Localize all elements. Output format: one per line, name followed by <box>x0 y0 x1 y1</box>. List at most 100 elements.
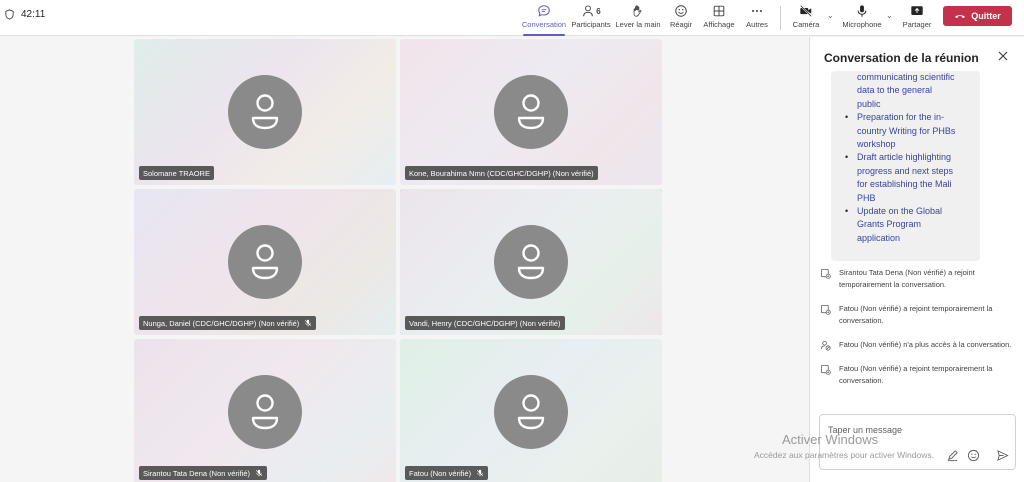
more-button[interactable]: Autres <box>742 2 772 34</box>
view-button[interactable]: Affichage <box>701 2 737 34</box>
camera-off-icon <box>800 5 812 17</box>
participant-tile[interactable]: Solomane TRAORE <box>134 39 396 185</box>
avatar <box>228 225 302 299</box>
participant-name: Fatou (Non vérifié) <box>409 468 472 478</box>
agenda-list: communicating scientific data to the gene… <box>843 71 973 245</box>
meeting-chat-panel: Conversation de la réunion communicating… <box>809 37 1024 482</box>
agenda-line: country Writing for PHBs <box>857 125 956 136</box>
chat-message: communicating scientific data to the gene… <box>831 71 980 261</box>
meeting-timer: 42:11 <box>4 9 45 20</box>
hang-up-icon <box>955 15 966 18</box>
chat-event-text: Sirantou Tata Dena (Non vérifié) a rejoi… <box>839 268 975 289</box>
agenda-line: Update on the Global <box>843 205 973 219</box>
avatar <box>494 375 568 449</box>
more-label: Autres <box>746 20 768 29</box>
participant-name: Solomane TRAORE <box>143 168 210 178</box>
participant-tile[interactable]: Vandi, Henry (CDC/GHC/DGHP) (Non vérifié… <box>400 189 662 335</box>
hand-icon <box>633 5 642 17</box>
chat-event-text: Fatou (Non vérifié) n'a plus accès à la … <box>839 340 1012 349</box>
chat-event: Fatou (Non vérifié) a rejoint temporaire… <box>820 303 1015 327</box>
participants-button[interactable]: 6 Participants <box>570 2 612 34</box>
participants-count: 6 <box>596 6 601 16</box>
participant-tile[interactable]: Sirantou Tata Dena (Non vérifié) <box>134 339 396 482</box>
participant-tile[interactable]: Fatou (Non vérifié) <box>400 339 662 482</box>
smiley-icon <box>675 5 687 17</box>
person-avatar-icon <box>251 394 279 430</box>
agenda-line: workshop <box>857 139 896 150</box>
meeting-toolbar: 42:11 Conversation 6 Participants Lever … <box>0 0 1024 36</box>
chat-event-text: Fatou (Non vérifié) a rejoint temporaire… <box>839 364 993 385</box>
elapsed-time: 42:11 <box>21 9 46 20</box>
chat-title: Conversation de la réunion <box>824 51 979 65</box>
participant-name-tag: Nunga, Daniel (CDC/GHC/DGHP) (Non vérifi… <box>139 316 317 330</box>
person-avatar-icon <box>517 244 545 280</box>
activation-watermark-title: Activer Windows <box>782 432 879 447</box>
agenda-line: public <box>857 98 881 109</box>
participant-tile[interactable]: Kone, Bourahima Nmn (CDC/GHC/DGHP) (Non … <box>400 39 662 185</box>
microphone-label: Microphone <box>842 20 882 29</box>
grid-view-icon <box>713 5 725 17</box>
shield-icon <box>5 9 14 20</box>
join-chat-icon <box>820 364 831 375</box>
person-avatar-icon <box>517 394 545 430</box>
chat-event-list: Sirantou Tata Dena (Non vérifié) a rejoi… <box>820 267 1015 399</box>
format-pen-icon[interactable] <box>946 449 959 462</box>
participant-name: Vandi, Henry (CDC/GHC/DGHP) (Non vérifié… <box>409 318 561 328</box>
emoji-icon[interactable] <box>967 449 980 462</box>
avatar <box>494 225 568 299</box>
participant-name-tag: Fatou (Non vérifié) <box>405 466 489 480</box>
close-icon[interactable] <box>996 49 1010 63</box>
chat-event: Fatou (Non vérifié) n'a plus accès à la … <box>820 339 1015 351</box>
person-avatar-icon <box>517 94 545 130</box>
mic-off-icon <box>477 469 484 477</box>
agenda-line: Preparation for the in- <box>843 111 973 125</box>
person-avatar-icon <box>251 244 279 280</box>
video-stage: Solomane TRAORE Kone, Bourahima Nmn (CDC/… <box>0 37 808 482</box>
participants-label: Participants <box>571 20 611 29</box>
share-screen-icon <box>911 6 923 15</box>
agenda-line: Grants Program <box>857 219 922 230</box>
agenda-line: communicating scientific <box>857 72 955 82</box>
chat-icon <box>538 5 550 17</box>
agenda-line: Draft article highlighting <box>843 151 973 165</box>
agenda-line: PHB <box>857 192 876 203</box>
conversation-label: Conversation <box>521 20 567 29</box>
agenda-line: data to the general <box>857 85 933 96</box>
participant-name: Sirantou Tata Dena (Non vérifié) <box>143 468 250 478</box>
microphone-button[interactable]: Microphone <box>840 2 884 34</box>
conversation-button[interactable]: Conversation <box>521 2 567 36</box>
raise-hand-button[interactable]: Lever la main <box>615 2 661 34</box>
toolbar-divider <box>780 6 781 30</box>
avatar <box>228 375 302 449</box>
camera-button[interactable]: Caméra <box>790 2 822 34</box>
participant-tile[interactable]: Nunga, Daniel (CDC/GHC/DGHP) (Non vérifi… <box>134 189 396 335</box>
share-button[interactable]: Partager <box>900 2 934 34</box>
react-button[interactable]: Réagir <box>666 2 696 34</box>
participant-name-tag: Kone, Bourahima Nmn (CDC/GHC/DGHP) (Non … <box>405 166 598 180</box>
mic-off-icon <box>305 319 312 327</box>
no-access-icon <box>820 340 831 351</box>
microphone-icon <box>857 5 867 17</box>
react-label: Réagir <box>669 20 693 29</box>
send-icon[interactable] <box>996 449 1009 462</box>
participant-name-tag: Solomane TRAORE <box>139 166 214 180</box>
camera-options-chevron-icon[interactable]: ⌄ <box>827 11 834 20</box>
agenda-line: progress and next steps <box>857 165 954 176</box>
agenda-line: application <box>857 232 901 243</box>
raise-hand-label: Lever la main <box>615 20 661 29</box>
activation-watermark-subtitle: Accédez aux paramètres pour activer Wind… <box>754 450 934 460</box>
leave-label: Quitter <box>971 11 1001 21</box>
chat-event: Fatou (Non vérifié) a rejoint temporaire… <box>820 363 1015 387</box>
join-chat-icon <box>820 304 831 315</box>
view-label: Affichage <box>703 20 735 29</box>
participant-name: Nunga, Daniel (CDC/GHC/DGHP) (Non vérifi… <box>143 318 300 328</box>
mic-off-icon <box>255 469 263 477</box>
leave-meeting-button[interactable]: Quitter <box>943 6 1012 26</box>
person-avatar-icon <box>251 94 279 130</box>
chat-event: Sirantou Tata Dena (Non vérifié) a rejoi… <box>820 267 1015 291</box>
people-icon <box>583 5 594 17</box>
participant-name: Kone, Bourahima Nmn (CDC/GHC/DGHP) (Non … <box>409 168 594 178</box>
avatar <box>494 75 568 149</box>
participant-name-tag: Sirantou Tata Dena (Non vérifié) <box>139 466 267 480</box>
microphone-options-chevron-icon[interactable]: ⌄ <box>886 11 893 20</box>
